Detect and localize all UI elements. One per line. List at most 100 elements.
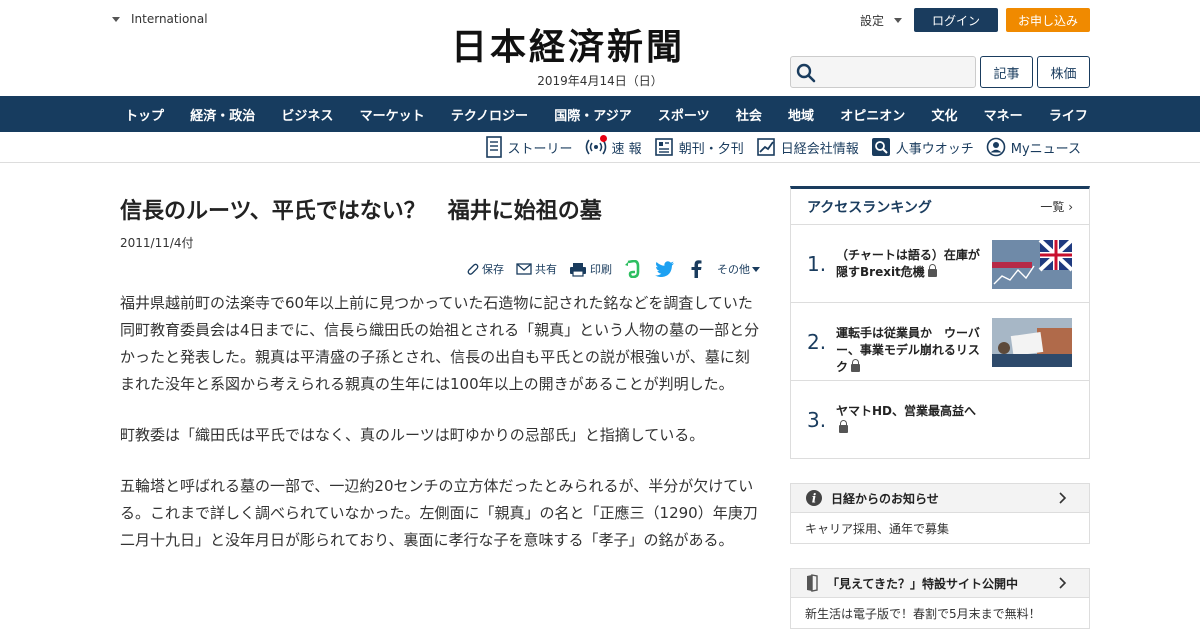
printer-icon bbox=[570, 262, 586, 277]
nikkei-notice[interactable]: i 日経からのお知らせ キャリア採用、通年で募集 bbox=[790, 483, 1090, 544]
search-icon[interactable] bbox=[796, 63, 816, 83]
twitter-button[interactable] bbox=[655, 261, 678, 277]
caret-down-icon bbox=[752, 266, 760, 272]
subnav-my-news[interactable]: Myニュース bbox=[986, 137, 1081, 157]
ranking-header: アクセスランキング 一覧 › bbox=[791, 189, 1089, 225]
caret-down-icon bbox=[894, 18, 903, 23]
lock-icon bbox=[927, 264, 937, 277]
nav-item-sports[interactable]: スポーツ bbox=[658, 105, 710, 124]
nav-item-society[interactable]: 社会 bbox=[736, 105, 762, 124]
main-nav: トップ 経済・政治 ビジネス マーケット テクノロジー 国際・アジア スポーツ … bbox=[0, 96, 1200, 132]
nav-item-region[interactable]: 地域 bbox=[788, 105, 814, 124]
stock-search-button[interactable]: 株価 bbox=[1037, 56, 1090, 88]
notice-body[interactable]: キャリア採用、通年で募集 bbox=[791, 513, 1089, 543]
special-title: 「見えてきた？」特設サイト公開中 bbox=[827, 576, 1019, 591]
subnav-morning-evening[interactable]: 朝刊・夕刊 bbox=[654, 137, 744, 157]
magnifier-icon bbox=[871, 138, 890, 156]
article: 信長のルーツ、平氏ではない？ 福井に始祖の墓 2011/11/4付 保存 共有 … bbox=[120, 190, 760, 549]
article-search-button[interactable]: 記事 bbox=[980, 56, 1033, 88]
site-header: International 日本経済新聞 2019年4月14日（日） 設定 ログ… bbox=[0, 0, 1200, 96]
header-date: 2019年4月14日（日） bbox=[537, 74, 663, 88]
chart-up-icon bbox=[756, 138, 775, 156]
share-label: 共有 bbox=[535, 263, 557, 276]
article-paragraph: 町教委は「織田氏は平氏ではなく、真のルーツは町ゆかりの忌部氏」と指摘している。 bbox=[120, 426, 705, 444]
subnav-company-info[interactable]: 日経会社情報 bbox=[756, 137, 859, 157]
nav-item-top[interactable]: トップ bbox=[125, 105, 164, 124]
article-paragraph: 福井県越前町の法楽寺で60年以上前に見つかっていた石造物に記された銘などを調査し… bbox=[120, 294, 760, 393]
chevron-right-icon bbox=[1059, 492, 1067, 504]
settings-menu[interactable]: 設定 bbox=[860, 12, 903, 29]
paperclip-icon bbox=[467, 263, 479, 275]
special-body[interactable]: 新生活は電子版で！春割で5月末まで無料！ bbox=[791, 598, 1089, 628]
subnav-story-label: ストーリー bbox=[507, 141, 573, 157]
ranking-more-link[interactable]: 一覧 › bbox=[1040, 198, 1073, 215]
login-button[interactable]: ログイン bbox=[914, 8, 998, 32]
nav-item-economy[interactable]: 経済・政治 bbox=[190, 105, 255, 124]
notice-header[interactable]: i 日経からのお知らせ bbox=[791, 484, 1089, 513]
ranking-number: 2. bbox=[807, 330, 827, 354]
subnav-personnel[interactable]: 人事ウオッチ bbox=[871, 137, 974, 157]
article-paragraph: 五輪塔と呼ばれる墓の一部で、一辺約20センチの立方体だったとみられるが、半分が欠… bbox=[120, 477, 758, 549]
more-label: その他 bbox=[717, 263, 750, 276]
user-icon bbox=[986, 137, 1006, 157]
newspaper-icon bbox=[654, 138, 673, 156]
nav-item-opinion[interactable]: オピニオン bbox=[840, 105, 905, 124]
access-ranking: アクセスランキング 一覧 › 1. （チャートは語る）在庫が隠すBrexit危機… bbox=[790, 186, 1090, 459]
ranking-thumbnail[interactable] bbox=[992, 240, 1072, 289]
save-label: 保存 bbox=[482, 263, 504, 276]
ranking-headline[interactable]: ヤマトHD、営業最高益へ bbox=[836, 403, 986, 437]
evernote-button[interactable] bbox=[624, 260, 643, 278]
save-button[interactable]: 保存 bbox=[465, 261, 504, 277]
sub-nav: ストーリー 速 報 朝刊・夕刊 日経会社情報 人事ウオッチ Myニュース bbox=[0, 132, 1200, 163]
facebook-button[interactable] bbox=[690, 260, 705, 278]
ranking-thumbnail[interactable] bbox=[992, 318, 1072, 367]
nav-item-technology[interactable]: テクノロジー bbox=[451, 105, 528, 124]
ranking-headline[interactable]: （チャートは語る）在庫が隠すBrexit危機 bbox=[836, 247, 986, 281]
facebook-icon bbox=[691, 260, 702, 278]
nav-item-market[interactable]: マーケット bbox=[360, 105, 425, 124]
subnav-my-news-label: Myニュース bbox=[1010, 141, 1081, 157]
chevron-right-icon bbox=[1059, 577, 1067, 589]
search-box bbox=[790, 56, 976, 88]
ranking-number: 1. bbox=[807, 252, 827, 276]
special-site-notice[interactable]: 「見えてきた？」特設サイト公開中 新生活は電子版で！春割で5月末まで無料！ bbox=[790, 568, 1090, 629]
subnav-morning-evening-label: 朝刊・夕刊 bbox=[678, 141, 744, 157]
print-button[interactable]: 印刷 bbox=[569, 261, 612, 277]
article-tools: 保存 共有 印刷 その他 bbox=[120, 260, 760, 278]
edition-label: International bbox=[131, 12, 208, 26]
ranking-item[interactable]: 1. （チャートは語る）在庫が隠すBrexit危機 bbox=[791, 225, 1089, 303]
lock-icon bbox=[851, 359, 861, 372]
mail-icon bbox=[516, 263, 532, 275]
nav-item-culture[interactable]: 文化 bbox=[931, 105, 957, 124]
special-header[interactable]: 「見えてきた？」特設サイト公開中 bbox=[791, 569, 1089, 598]
nav-item-international[interactable]: 国際・アジア bbox=[554, 105, 631, 124]
nav-item-business[interactable]: ビジネス bbox=[281, 105, 333, 124]
ranking-number: 3. bbox=[807, 408, 827, 432]
subnav-flash[interactable]: 速 報 bbox=[585, 134, 642, 157]
evernote-icon bbox=[625, 260, 640, 278]
broadcast-icon bbox=[585, 139, 606, 155]
ranking-title: アクセスランキング bbox=[807, 199, 932, 216]
print-label: 印刷 bbox=[590, 263, 612, 276]
info-icon: i bbox=[806, 490, 822, 506]
notice-title: 日経からのお知らせ bbox=[831, 491, 939, 506]
edition-selector[interactable]: International bbox=[112, 12, 208, 26]
twitter-icon bbox=[655, 261, 674, 277]
svg-text:i: i bbox=[812, 492, 817, 506]
ranking-headline[interactable]: 運転手は従業員か ウーバー、事業モデル崩れるリスク bbox=[836, 325, 986, 376]
nav-item-life[interactable]: ライフ bbox=[1049, 105, 1088, 124]
article-body: 福井県越前町の法楽寺で60年以上前に見つかっていた石造物に記された銘などを調査し… bbox=[120, 290, 760, 578]
article-title: 信長のルーツ、平氏ではない？ 福井に始祖の墓 bbox=[120, 199, 602, 224]
share-button[interactable]: 共有 bbox=[516, 261, 557, 277]
ranking-item[interactable]: 2. 運転手は従業員か ウーバー、事業モデル崩れるリスク bbox=[791, 303, 1089, 381]
bookmark-icon bbox=[807, 574, 818, 592]
subnav-flash-label: 速 報 bbox=[611, 141, 642, 157]
subnav-story[interactable]: ストーリー bbox=[485, 136, 573, 158]
signup-button[interactable]: お申し込み bbox=[1006, 8, 1090, 32]
more-menu[interactable]: その他 bbox=[717, 261, 760, 277]
settings-label: 設定 bbox=[860, 14, 885, 28]
search-input[interactable] bbox=[821, 61, 971, 85]
ranking-item[interactable]: 3. ヤマトHD、営業最高益へ bbox=[791, 381, 1089, 459]
nikkei-logo[interactable]: 日本経済新聞 bbox=[451, 27, 749, 67]
nav-item-money[interactable]: マネー bbox=[984, 105, 1023, 124]
